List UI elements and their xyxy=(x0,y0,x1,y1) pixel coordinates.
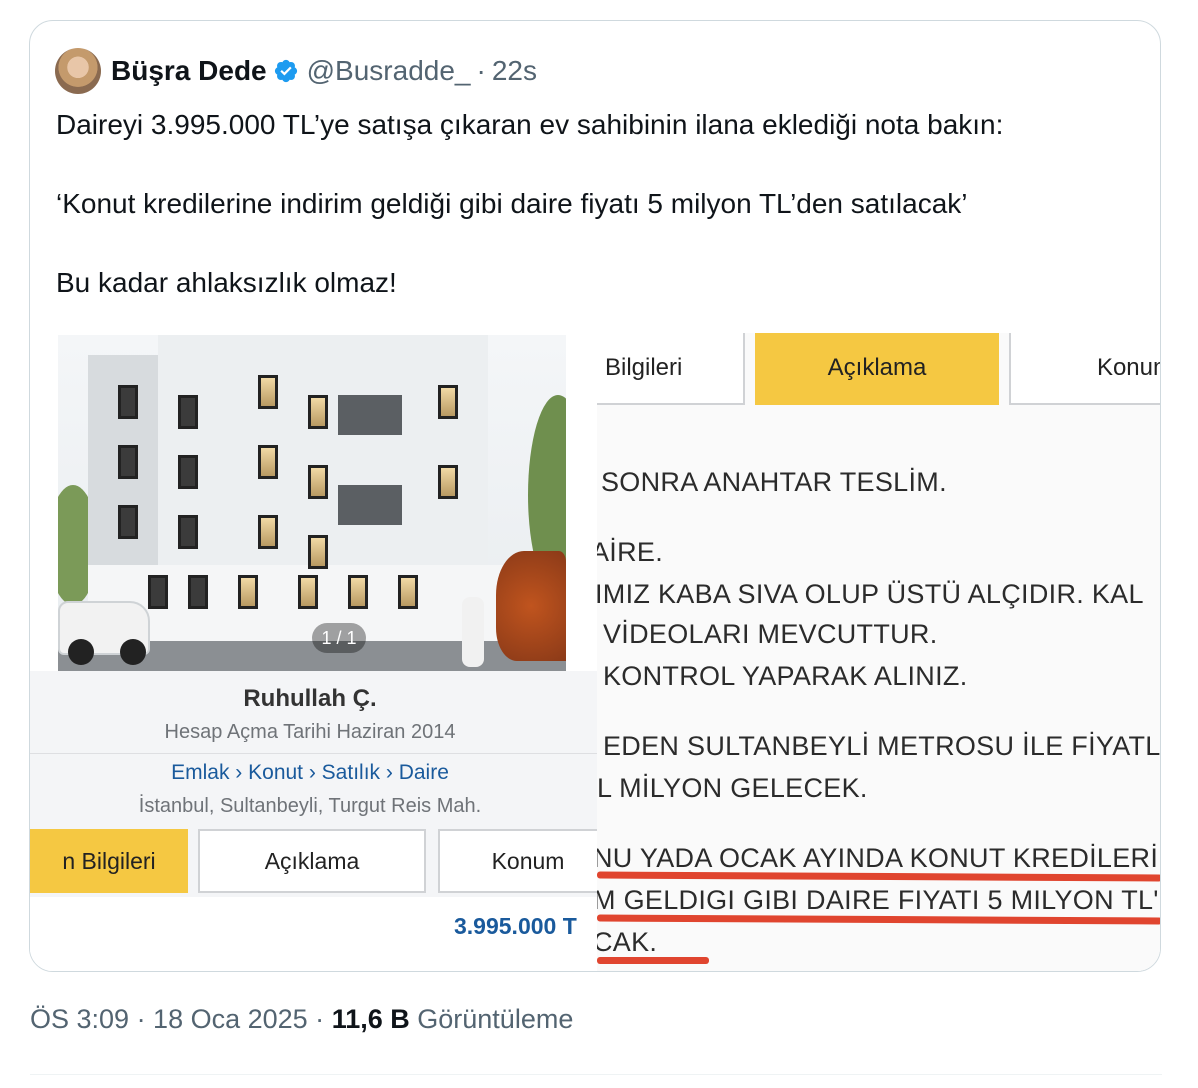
tweet-text: Daireyi 3.995.000 TL’ye satışa çıkaran e… xyxy=(56,105,1136,303)
listing-price: 3.995.000 T xyxy=(454,913,577,939)
tab-info: n Bilgileri xyxy=(30,829,188,893)
author-handle[interactable]: @Busradde_ xyxy=(307,55,471,87)
author-name[interactable]: Büşra Dede xyxy=(111,55,267,87)
description-line: KONTROL YAPARAK ALINIZ. xyxy=(603,661,968,691)
tab-info: Bilgileri xyxy=(597,333,745,405)
separator: · xyxy=(476,55,486,86)
tweet-card[interactable]: Büşra Dede @Busradde_ · 22s Daireyi 3.99… xyxy=(29,20,1161,972)
seller-since: Hesap Açma Tarihi Haziran 2014 xyxy=(164,721,456,743)
highlight-underline xyxy=(597,957,709,964)
description-line: L MİLYON GELECEK. xyxy=(597,773,868,803)
tab-description: Açıklama xyxy=(198,829,426,893)
media-image-description[interactable]: Bilgileri Açıklama Konum SONRA ANAHTAR T… xyxy=(597,333,1161,971)
tweet-line: Bu kadar ahlaksızlık olmaz! xyxy=(56,267,397,298)
tweet-line: Daireyi 3.995.000 TL’ye satışa çıkaran e… xyxy=(56,109,1004,140)
description-line: IMIZ KABA SIVA OLUP ÜSTÜ ALÇIDIR. KAL xyxy=(597,579,1144,609)
tweet-line: ‘Konut kredilerine indirim geldiği gibi … xyxy=(56,188,968,219)
description-line: NU YADA OCAK AYINDA KONUT KREDİLERİ xyxy=(597,843,1159,873)
photo-counter: 1 / 1 xyxy=(312,623,366,653)
description-line: AİRE. xyxy=(597,537,664,567)
breadcrumb: Emlak › Konut › Satılık › Daire xyxy=(171,761,449,784)
description-line: SONRA ANAHTAR TESLİM. xyxy=(601,467,947,497)
tweet-footer: ÖS 3:09 · 18 Oca 2025 · 11,6 B Görüntüle… xyxy=(30,1004,573,1035)
media-image-listing[interactable]: 1 / 1 Ruhullah Ç. Hesap Açma Tarihi Hazi… xyxy=(30,333,597,971)
tweet-media: 1 / 1 Ruhullah Ç. Hesap Açma Tarihi Hazi… xyxy=(30,333,1161,971)
tweet-timestamp[interactable]: ÖS 3:09 · 18 Oca 2025 · xyxy=(30,1004,324,1034)
description-line: EDEN SULTANBEYLİ METROSU İLE FİYATL xyxy=(603,731,1161,761)
description-line: M GELDIGI GIBI DAIRE FIYATI 5 MILYON TL'… xyxy=(597,885,1161,915)
views-label: Görüntüleme xyxy=(417,1004,574,1034)
person xyxy=(462,597,484,667)
avatar[interactable] xyxy=(55,48,101,94)
location: İstanbul, Sultanbeyli, Turgut Reis Mah. xyxy=(138,795,482,817)
tab-description: Açıklama xyxy=(755,333,999,405)
description-line: VİDEOLARI MEVCUTTUR. xyxy=(603,619,938,649)
seller-name: Ruhullah Ç. xyxy=(243,685,377,712)
building-photo: 1 / 1 xyxy=(58,335,566,671)
highlight-underline xyxy=(597,914,1160,925)
description-line: CAK. xyxy=(597,927,658,957)
views-count[interactable]: 11,6 B xyxy=(332,1004,410,1034)
tab-location: Konum xyxy=(1009,333,1160,405)
divider xyxy=(30,1074,1162,1075)
tab-location: Konum xyxy=(438,829,597,893)
tweet-time[interactable]: 22s xyxy=(492,55,537,87)
verified-badge-icon xyxy=(274,59,297,83)
tweet-header: Büşra Dede @Busradde_ · 22s xyxy=(55,46,537,96)
car xyxy=(58,601,150,665)
